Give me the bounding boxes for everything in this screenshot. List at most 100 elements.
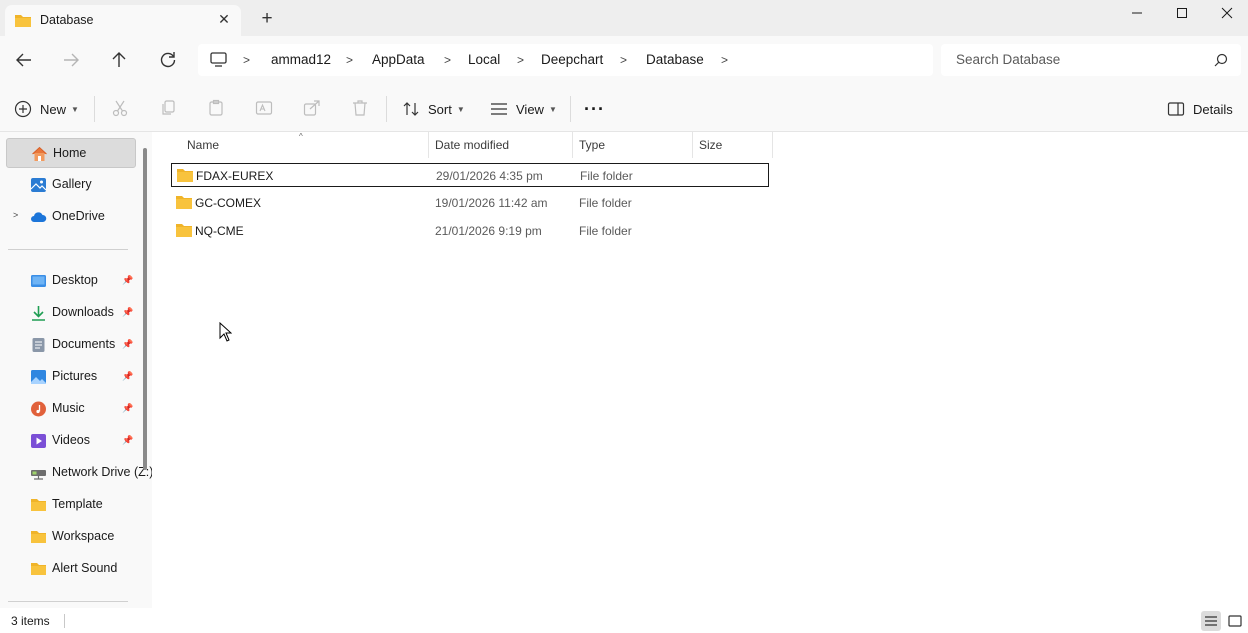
sidebar-item-network-drive[interactable]: Network Drive (Z:) (6, 458, 152, 488)
sidebar-item-downloads[interactable]: Downloads 📌 (6, 298, 136, 328)
breadcrumb-item[interactable]: ammad12 (271, 52, 331, 67)
divider (8, 601, 128, 602)
chevron-right-icon[interactable]: > (346, 53, 353, 67)
sidebar-item-label: Template (52, 497, 103, 511)
file-date-modified: 29/01/2026 4:35 pm (436, 169, 543, 183)
table-row[interactable]: GC-COMEX 19/01/2026 11:42 am File folder (171, 191, 769, 215)
share-button[interactable] (303, 99, 321, 117)
pin-icon[interactable]: 📌 (122, 307, 133, 318)
sidebar-item-desktop[interactable]: Desktop 📌 (6, 266, 136, 296)
sidebar-item-label: Workspace (52, 529, 115, 543)
sort-icon (403, 102, 419, 116)
sidebar-item-label: Music (52, 401, 85, 415)
up-button[interactable] (107, 48, 131, 72)
chevron-right-icon[interactable]: > (444, 53, 451, 67)
sidebar-item-documents[interactable]: Documents 📌 (6, 330, 136, 360)
download-icon (30, 305, 47, 321)
search-input[interactable]: Search Database (956, 52, 1060, 67)
plus-circle-icon (14, 100, 32, 118)
copy-button[interactable] (159, 99, 177, 117)
sidebar-item-workspace[interactable]: Workspace (6, 522, 136, 552)
pin-icon[interactable]: 📌 (122, 371, 133, 382)
sidebar-item-label: Downloads (52, 305, 114, 319)
rename-button[interactable] (255, 99, 273, 117)
folder-icon (175, 223, 193, 241)
column-divider[interactable] (572, 132, 573, 158)
column-divider[interactable] (692, 132, 693, 158)
view-button[interactable]: View ▼ (490, 97, 557, 121)
table-row[interactable]: NQ-CME 21/01/2026 9:19 pm File folder (171, 219, 769, 243)
pin-icon[interactable]: 📌 (122, 275, 133, 286)
new-tab-button[interactable]: + (258, 9, 276, 28)
table-row[interactable]: FDAX-EUREX 29/01/2026 4:35 pm File folde… (171, 163, 769, 187)
tiles-view-button[interactable] (1225, 611, 1245, 631)
sidebar-scrollbar[interactable] (143, 148, 147, 470)
breadcrumb-item-current[interactable]: Database (646, 52, 704, 67)
breadcrumb-item[interactable]: Deepchart (541, 52, 603, 67)
file-type: File folder (579, 196, 632, 210)
close-button[interactable] (1204, 0, 1248, 26)
sidebar-item-music[interactable]: Music 📌 (6, 394, 136, 424)
list-view-icon (1205, 616, 1217, 626)
maximize-button[interactable] (1159, 0, 1205, 26)
sidebar-item-pictures[interactable]: Pictures 📌 (6, 362, 136, 392)
tab-database[interactable]: Database ✕ (5, 5, 241, 36)
more-options-button[interactable]: ··· (584, 97, 605, 121)
sidebar-item-template[interactable]: Template (6, 490, 136, 520)
address-bar[interactable]: > ammad12 > AppData > Local > Deepchart … (198, 44, 933, 76)
sidebar-item-home[interactable]: Home (6, 138, 136, 168)
arrow-right-icon (64, 53, 79, 67)
chevron-down-icon: ▼ (456, 104, 465, 114)
column-divider[interactable] (428, 132, 429, 158)
sidebar-item-label: Desktop (52, 273, 98, 287)
folder-icon (30, 497, 47, 513)
minimize-button[interactable] (1114, 0, 1160, 26)
column-header-size[interactable]: Size (699, 132, 722, 158)
forward-button[interactable] (59, 48, 83, 72)
back-button[interactable] (12, 48, 36, 72)
pin-icon[interactable]: 📌 (122, 435, 133, 446)
divider (64, 614, 65, 628)
column-divider[interactable] (772, 132, 773, 158)
delete-button[interactable] (351, 99, 369, 117)
new-button[interactable]: New ▼ (14, 97, 79, 121)
trash-icon (353, 100, 367, 116)
status-bar: 3 items (0, 608, 1248, 633)
pin-icon[interactable]: 📌 (122, 403, 133, 414)
breadcrumb-item[interactable]: AppData (372, 52, 425, 67)
chevron-right-icon[interactable]: > (13, 210, 18, 220)
search-box[interactable]: Search Database (941, 44, 1241, 76)
cloud-icon (30, 209, 47, 225)
copy-icon (162, 100, 175, 115)
document-icon (30, 337, 47, 353)
cut-button[interactable] (111, 99, 129, 117)
chevron-right-icon[interactable]: > (620, 53, 627, 67)
pin-icon[interactable]: 📌 (122, 339, 133, 350)
sidebar-item-alert-sound[interactable]: Alert Sound (6, 554, 136, 584)
column-header-name[interactable]: Name (187, 132, 219, 158)
paste-button[interactable] (207, 99, 225, 117)
arrow-up-icon (112, 52, 126, 67)
tab-close-icon[interactable]: ✕ (216, 11, 232, 27)
refresh-button[interactable] (156, 48, 180, 72)
folder-icon (175, 195, 193, 213)
file-date-modified: 21/01/2026 9:19 pm (435, 224, 542, 238)
refresh-icon (160, 52, 176, 68)
chevron-right-icon[interactable]: > (517, 53, 524, 67)
details-view-button[interactable] (1201, 611, 1221, 631)
chevron-down-icon: ▼ (71, 104, 79, 114)
sort-button[interactable]: Sort ▼ (402, 97, 465, 121)
file-date-modified: 19/01/2026 11:42 am (435, 196, 548, 210)
divider (570, 96, 571, 122)
breadcrumb-item[interactable]: Local (468, 52, 500, 67)
sidebar-item-videos[interactable]: Videos 📌 (6, 426, 136, 456)
network-drive-icon (30, 465, 47, 481)
column-header-type[interactable]: Type (579, 132, 605, 158)
sidebar-item-gallery[interactable]: Gallery (6, 170, 136, 200)
chevron-right-icon[interactable]: > (721, 53, 728, 67)
details-button[interactable]: Details (1167, 97, 1233, 121)
column-header-date-modified[interactable]: Date modified (435, 132, 509, 158)
chevron-right-icon[interactable]: > (243, 53, 250, 67)
sidebar-item-label: Pictures (52, 369, 98, 383)
sidebar-item-onedrive[interactable]: > OneDrive (6, 202, 136, 232)
